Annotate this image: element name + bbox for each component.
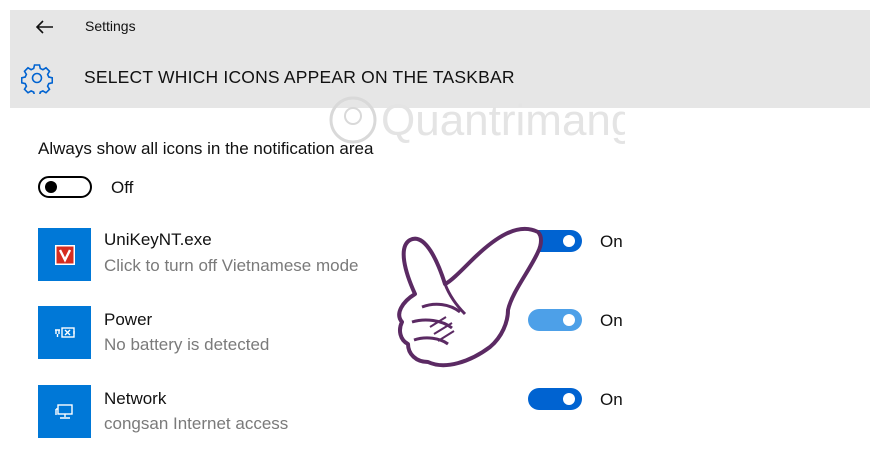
always-show-label: Always show all icons in the notificatio… — [38, 139, 374, 158]
always-show-toggle[interactable] — [38, 176, 92, 198]
network-description: congsan Internet access — [104, 414, 289, 433]
toggle-knob — [45, 181, 57, 193]
network-toggle[interactable] — [528, 388, 582, 410]
page-title: SELECT WHICH ICONS APPEAR ON THE TASKBAR — [84, 67, 515, 87]
watermark-text: Quantrimang — [381, 96, 625, 145]
network-icon — [54, 403, 73, 419]
network-name: Network — [104, 389, 167, 408]
power-state: On — [600, 311, 623, 330]
network-tile — [38, 385, 91, 438]
toggle-knob — [563, 235, 575, 247]
power-name: Power — [104, 310, 153, 329]
toggle-knob — [563, 314, 575, 326]
toggle-knob — [563, 393, 575, 405]
always-show-state: Off — [111, 178, 134, 197]
arrow-left-icon — [36, 20, 53, 34]
network-state: On — [600, 390, 623, 409]
unikey-description: Click to turn off Vietnamese mode — [104, 256, 359, 275]
pointing-hand-icon — [397, 226, 543, 368]
app-title: Settings — [85, 18, 136, 34]
unikey-tile — [38, 228, 91, 281]
battery-icon — [54, 326, 75, 338]
power-tile — [38, 306, 91, 359]
unikey-name: UniKeyNT.exe — [104, 230, 212, 249]
unikey-icon — [54, 244, 75, 265]
unikey-state: On — [600, 232, 623, 251]
gear-icon — [21, 64, 53, 94]
back-button[interactable] — [30, 14, 60, 40]
power-description: No battery is detected — [104, 335, 270, 354]
